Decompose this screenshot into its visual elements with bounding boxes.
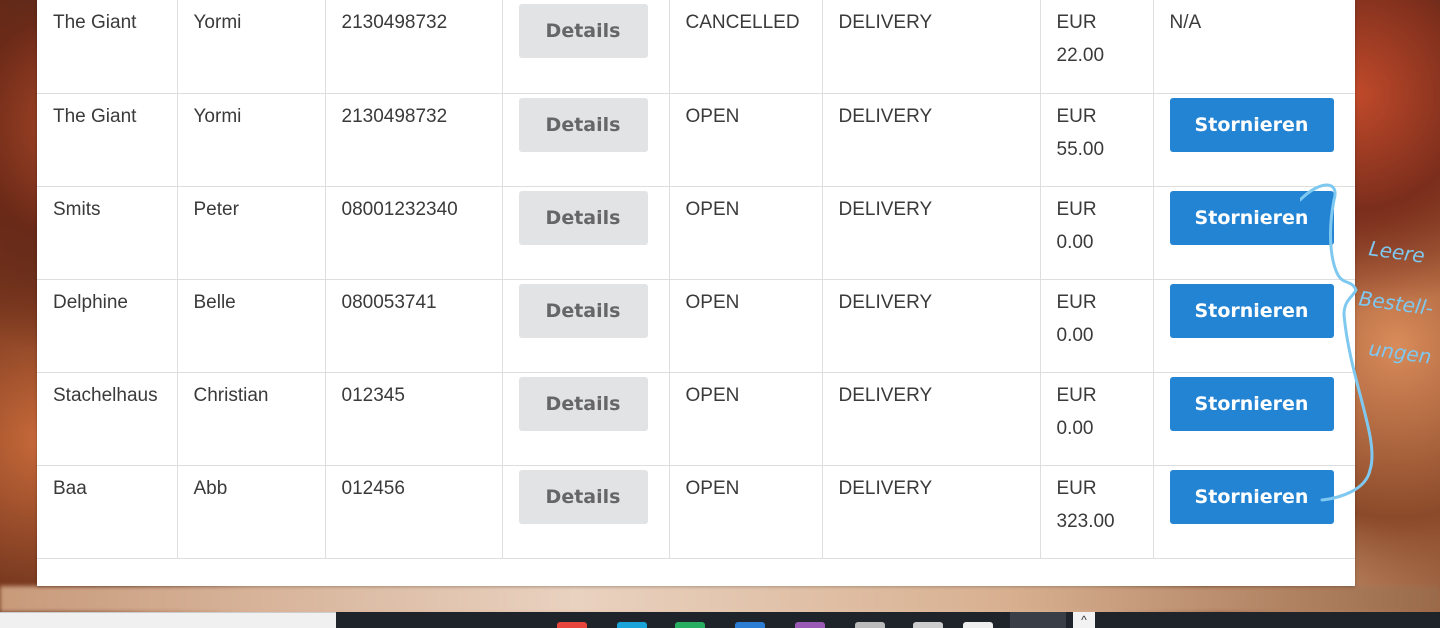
status-cell: OPEN	[668, 464, 823, 559]
table-row: Baa Abb 012456 Details OPEN DELIVERY EUR 323.00…	[37, 464, 1355, 559]
orders-table-body: The Giant Yormi 2130498732 Details CANCELLED…	[37, 0, 1355, 559]
amount: 22.00	[1056, 45, 1105, 66]
app-icon[interactable]	[913, 622, 943, 628]
price-cell: EUR 0.00	[1039, 278, 1154, 373]
amount: 0.00	[1056, 231, 1094, 253]
first-name-cell: Abb	[176, 464, 326, 559]
first-name-cell: Yormi	[176, 92, 326, 187]
details-button[interactable]: Details	[518, 190, 648, 245]
type-cell: DELIVERY	[821, 185, 1041, 280]
last-name-cell: Baa	[37, 464, 178, 559]
chevron-up-icon[interactable]: ^	[1073, 612, 1095, 628]
orders-panel: The Giant Yormi 2130498732 Details CANCELLED…	[37, 0, 1355, 586]
currency: EUR	[1056, 477, 1097, 499]
currency: EUR	[1056, 384, 1097, 406]
last-name-cell: Stachelhaus	[37, 371, 178, 466]
table-row: Smits Peter 08001232340 Details OPEN DELIVERY…	[37, 185, 1355, 280]
price-cell: EUR 22.00	[1039, 0, 1154, 94]
app-icon[interactable]	[855, 622, 885, 628]
cancel-order-button[interactable]: Stornieren	[1169, 97, 1334, 152]
currency: EUR	[1056, 105, 1097, 127]
first-name-cell: Peter	[176, 185, 326, 280]
type-cell: DELIVERY	[821, 0, 1041, 94]
cancel-order-button[interactable]: Stornieren	[1169, 190, 1334, 245]
app-icon[interactable]	[557, 622, 587, 628]
action-text: N/A	[1169, 12, 1202, 33]
price-cell: EUR 0.00	[1039, 371, 1154, 466]
table-row: The Giant Yormi 2130498732 Details CANCELLED…	[37, 0, 1355, 94]
first-name-cell: Belle	[176, 278, 326, 373]
background-strip	[0, 586, 1440, 612]
status-cell: OPEN	[668, 185, 823, 280]
app-icon[interactable]	[735, 622, 765, 628]
details-cell: Details	[501, 371, 670, 466]
action-cell: Stornieren	[1152, 92, 1355, 187]
status-cell: OPEN	[668, 371, 823, 466]
amount: 55.00	[1056, 138, 1105, 160]
table-row: The Giant Yormi 2130498732 Details OPEN DELIV…	[37, 92, 1355, 187]
details-cell: Details	[501, 92, 670, 187]
currency: EUR	[1056, 198, 1097, 220]
action-cell: N/A	[1152, 0, 1355, 94]
details-button[interactable]: Details	[518, 376, 648, 431]
table-row: Stachelhaus Christian 012345 Details OPEN DEL…	[37, 371, 1355, 466]
type-cell: DELIVERY	[821, 278, 1041, 373]
details-button[interactable]: Details	[518, 4, 648, 58]
price-cell: EUR 0.00	[1039, 185, 1154, 280]
taskbar-search-area[interactable]	[0, 612, 336, 628]
active-app[interactable]	[1010, 612, 1066, 628]
taskbar: ^	[0, 612, 1440, 628]
app-icon[interactable]	[675, 622, 705, 628]
last-name-cell: The Giant	[37, 0, 178, 94]
cancel-order-button[interactable]: Stornieren	[1169, 376, 1334, 431]
details-button[interactable]: Details	[518, 469, 648, 524]
phone-cell: 012345	[324, 371, 503, 466]
action-cell: Stornieren	[1152, 464, 1355, 559]
phone-cell: 012456	[324, 464, 503, 559]
amount: 0.00	[1056, 324, 1094, 346]
details-button[interactable]: Details	[518, 97, 648, 152]
last-name-cell: Smits	[37, 185, 178, 280]
app-icon[interactable]	[963, 622, 993, 628]
action-cell: Stornieren	[1152, 371, 1355, 466]
status-cell: OPEN	[668, 278, 823, 373]
first-name-cell: Yormi	[176, 0, 326, 94]
phone-cell: 2130498732	[324, 92, 503, 187]
type-cell: DELIVERY	[821, 464, 1041, 559]
details-cell: Details	[501, 185, 670, 280]
price-cell: EUR 55.00	[1039, 92, 1154, 187]
status-cell: OPEN	[668, 92, 823, 187]
price-cell: EUR 323.00	[1039, 464, 1154, 559]
phone-cell: 2130498732	[324, 0, 503, 94]
action-cell: Stornieren	[1152, 185, 1355, 280]
details-cell: Details	[501, 0, 670, 94]
cancel-order-button[interactable]: Stornieren	[1169, 283, 1334, 338]
action-cell: Stornieren	[1152, 278, 1355, 373]
orders-table: The Giant Yormi 2130498732 Details CANCELLED…	[37, 0, 1355, 559]
last-name-cell: Delphine	[37, 278, 178, 373]
status-cell: CANCELLED	[668, 0, 823, 94]
details-cell: Details	[501, 278, 670, 373]
phone-cell: 080053741	[324, 278, 503, 373]
details-cell: Details	[501, 464, 670, 559]
amount: 0.00	[1056, 417, 1094, 439]
currency: EUR	[1056, 12, 1097, 33]
table-row: Delphine Belle 080053741 Details OPEN DELIVER…	[37, 278, 1355, 373]
first-name-cell: Christian	[176, 371, 326, 466]
details-button[interactable]: Details	[518, 283, 648, 338]
app-icon[interactable]	[795, 622, 825, 628]
type-cell: DELIVERY	[821, 92, 1041, 187]
currency: EUR	[1056, 291, 1097, 313]
amount: 323.00	[1056, 510, 1115, 532]
type-cell: DELIVERY	[821, 371, 1041, 466]
cancel-order-button[interactable]: Stornieren	[1169, 469, 1334, 524]
phone-cell: 08001232340	[324, 185, 503, 280]
last-name-cell: The Giant	[37, 92, 178, 187]
app-icon[interactable]	[617, 622, 647, 628]
